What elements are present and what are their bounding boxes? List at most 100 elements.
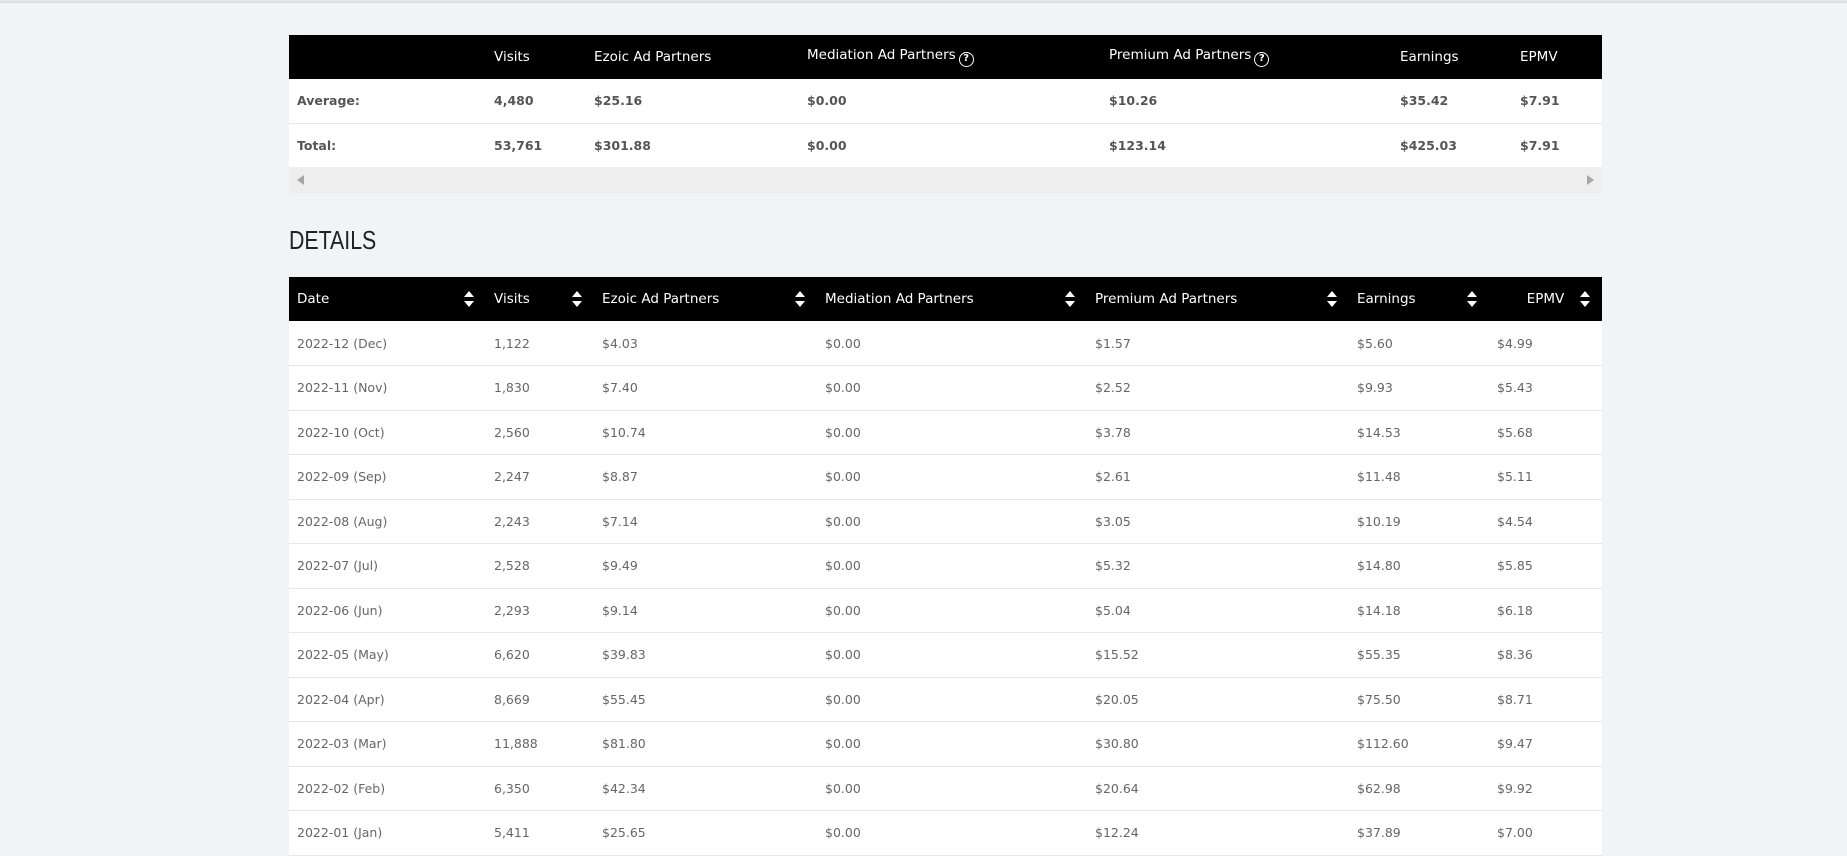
cell-earnings: $55.35 (1349, 632, 1489, 678)
cell-epmv: $5.85 (1489, 543, 1602, 589)
cell-epmv: $9.47 (1489, 721, 1602, 767)
column-header-date[interactable]: Date (289, 277, 486, 321)
column-header-premium[interactable]: Premium Ad Partners (1087, 277, 1349, 321)
sort-icon[interactable] (1065, 290, 1075, 308)
summary-header-earnings: Earnings (1400, 49, 1459, 65)
cell-mediation: $0.00 (817, 588, 1087, 633)
cell-epmv: $5.43 (1489, 365, 1602, 411)
cell-ezoic: $7.40 (594, 365, 817, 411)
table-row: 2022-02 (Feb) 6,350 $42.34 $0.00 $20.64 $62.9… (289, 766, 1602, 811)
sort-icon[interactable] (464, 290, 474, 308)
cell-date: 2022-09 (Sep) (289, 454, 486, 500)
sort-icon[interactable] (1580, 290, 1590, 308)
table-row: 2022-09 (Sep) 2,247 $8.87 $0.00 $2.61 $11.48 $… (289, 454, 1602, 500)
cell-visits: 8,669 (486, 677, 594, 722)
column-header-ezoic[interactable]: Ezoic Ad Partners (594, 277, 817, 321)
summary-cell: $0.00 (807, 137, 847, 153)
column-header-label: Earnings (1357, 291, 1416, 307)
summary-header-visits: Visits (494, 49, 530, 65)
summary-header-premium: Premium Ad Partners? (1101, 35, 1392, 79)
details-header-row: Date Visits Ezoic Ad Partners Mediation … (289, 277, 1602, 321)
table-row: 2022-05 (May) 6,620 $39.83 $0.00 $15.52 $55.3… (289, 632, 1602, 678)
table-row: 2022-07 (Jul) 2,528 $9.49 $0.00 $5.32 $14.80 $… (289, 543, 1602, 589)
details-heading: DETAILS (289, 225, 377, 255)
cell-earnings: $14.18 (1349, 588, 1489, 633)
summary-header-mediation-label: Mediation Ad Partners (807, 47, 956, 63)
cell-mediation: $0.00 (817, 321, 1087, 366)
horizontal-scrollbar[interactable] (289, 167, 1602, 193)
cell-earnings: $11.48 (1349, 454, 1489, 500)
sort-icon[interactable] (572, 290, 582, 308)
summary-header-ezoic: Ezoic Ad Partners (594, 49, 712, 65)
cell-mediation: $0.00 (817, 543, 1087, 589)
cell-epmv: $6.18 (1489, 588, 1602, 633)
column-header-label: Date (297, 291, 330, 307)
summary-cell: $35.42 (1392, 79, 1512, 124)
cell-earnings: $10.19 (1349, 499, 1489, 544)
cell-premium: $5.04 (1087, 588, 1349, 633)
summary-header-premium-label: Premium Ad Partners (1109, 47, 1252, 63)
summary-cell: $123.14 (1109, 137, 1166, 153)
help-icon[interactable]: ? (958, 52, 974, 67)
cell-ezoic: $39.83 (594, 632, 817, 678)
cell-premium: $1.57 (1087, 321, 1349, 366)
cell-ezoic: $10.74 (594, 410, 817, 455)
column-header-label: EPMV (1526, 291, 1565, 307)
cell-epmv: $8.36 (1489, 632, 1602, 678)
cell-earnings: $62.98 (1349, 766, 1489, 811)
column-header-visits[interactable]: Visits (486, 277, 594, 321)
table-row: 2022-08 (Aug) 2,243 $7.14 $0.00 $3.05 $10.19 $… (289, 499, 1602, 544)
top-border (0, 0, 1847, 3)
summary-cell: $10.26 (1101, 79, 1392, 124)
cell-date: 2022-10 (Oct) (289, 410, 486, 455)
cell-earnings: $9.93 (1349, 365, 1489, 411)
table-row: 2022-06 (Jun) 2,293 $9.14 $0.00 $5.04 $14.18 $… (289, 588, 1602, 633)
cell-visits: 6,350 (486, 766, 594, 811)
summary-cell: 53,761 (494, 137, 543, 153)
cell-ezoic: $81.80 (594, 721, 817, 767)
summary-table: Visits Ezoic Ad Partners Mediation Ad Pa… (289, 35, 1602, 167)
table-row: 2022-10 (Oct) 2,560 $10.74 $0.00 $3.78 $14.53… (289, 410, 1602, 455)
cell-visits: 2,560 (486, 410, 594, 455)
cell-mediation: $0.00 (817, 677, 1087, 722)
cell-ezoic: $9.49 (594, 543, 817, 589)
details-table: Date Visits Ezoic Ad Partners Mediation … (289, 277, 1602, 856)
sort-icon[interactable] (1327, 290, 1337, 308)
cell-premium: $2.61 (1087, 454, 1349, 500)
cell-epmv: $5.68 (1489, 410, 1602, 455)
column-header-earnings[interactable]: Earnings (1349, 277, 1489, 321)
column-header-label: Ezoic Ad Partners (602, 291, 720, 307)
cell-ezoic: $8.87 (594, 454, 817, 500)
column-header-epmv[interactable]: EPMV (1489, 277, 1602, 321)
help-icon[interactable]: ? (1254, 52, 1270, 67)
cell-visits: 2,247 (486, 454, 594, 500)
report-container: Visits Ezoic Ad Partners Mediation Ad Pa… (289, 35, 1602, 856)
cell-mediation: $0.00 (817, 721, 1087, 767)
summary-row-total: Total: 53,761 $301.88 $0.00 $123.14 $425… (289, 123, 1602, 167)
cell-date: 2022-03 (Mar) (289, 721, 486, 767)
scroll-right-arrow-icon[interactable] (1587, 175, 1594, 185)
summary-row-average: Average: 4,480 $25.16 $0.00 $10.26 $35.4… (289, 79, 1602, 124)
table-row: 2022-04 (Apr) 8,669 $55.45 $0.00 $20.05 $75.5… (289, 677, 1602, 722)
cell-ezoic: $55.45 (594, 677, 817, 722)
cell-visits: 2,528 (486, 543, 594, 589)
cell-earnings: $5.60 (1349, 321, 1489, 366)
cell-earnings: $112.60 (1349, 721, 1489, 767)
scroll-left-arrow-icon[interactable] (297, 175, 304, 185)
cell-mediation: $0.00 (817, 410, 1087, 455)
sort-icon[interactable] (1467, 290, 1477, 308)
column-header-mediation[interactable]: Mediation Ad Partners (817, 277, 1087, 321)
cell-mediation: $0.00 (817, 454, 1087, 500)
summary-header-epmv: EPMV (1520, 49, 1558, 65)
summary-cell: Average: (289, 79, 486, 124)
cell-premium: $15.52 (1087, 632, 1349, 678)
summary-header-row: Visits Ezoic Ad Partners Mediation Ad Pa… (289, 35, 1602, 79)
cell-visits: 5,411 (486, 810, 594, 856)
summary-cell: 4,480 (486, 79, 586, 124)
column-header-label: Mediation Ad Partners (825, 291, 974, 307)
cell-premium: $20.05 (1087, 677, 1349, 722)
cell-ezoic: $42.34 (594, 766, 817, 811)
sort-icon[interactable] (795, 290, 805, 308)
summary-cell: $25.16 (586, 79, 799, 124)
details-table-wrap: Date Visits Ezoic Ad Partners Mediation … (289, 277, 1602, 856)
